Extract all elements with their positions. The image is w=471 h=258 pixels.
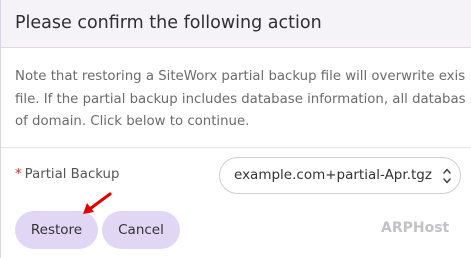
red-arrow-icon <box>83 192 112 214</box>
partial-backup-selected-value: example.com+partial-Apr.tgz <box>234 167 432 183</box>
partial-backup-label-text: Partial Backup <box>24 167 120 182</box>
partial-backup-label: * Partial Backup <box>15 167 119 182</box>
up-down-chevron-icon <box>443 168 451 184</box>
cancel-button[interactable]: Cancel <box>102 211 180 249</box>
required-marker: * <box>15 167 22 182</box>
confirm-dialog: Please confirm the following action Note… <box>0 0 471 258</box>
watermark-logo: ARPHost <box>381 220 450 236</box>
message-line: of domain. Click below to continue. <box>15 114 250 129</box>
dialog-message: Note that restoring a SiteWorx partial b… <box>15 66 471 134</box>
dialog-title: Please confirm the following action <box>15 13 322 33</box>
dialog-header: Please confirm the following action <box>1 0 471 48</box>
message-line: Note that restoring a SiteWorx partial b… <box>15 69 466 84</box>
message-line: file. If the partial backup includes dat… <box>15 91 466 107</box>
partial-backup-select[interactable]: example.com+partial-Apr.tgz <box>219 157 461 194</box>
divider <box>1 147 471 148</box>
